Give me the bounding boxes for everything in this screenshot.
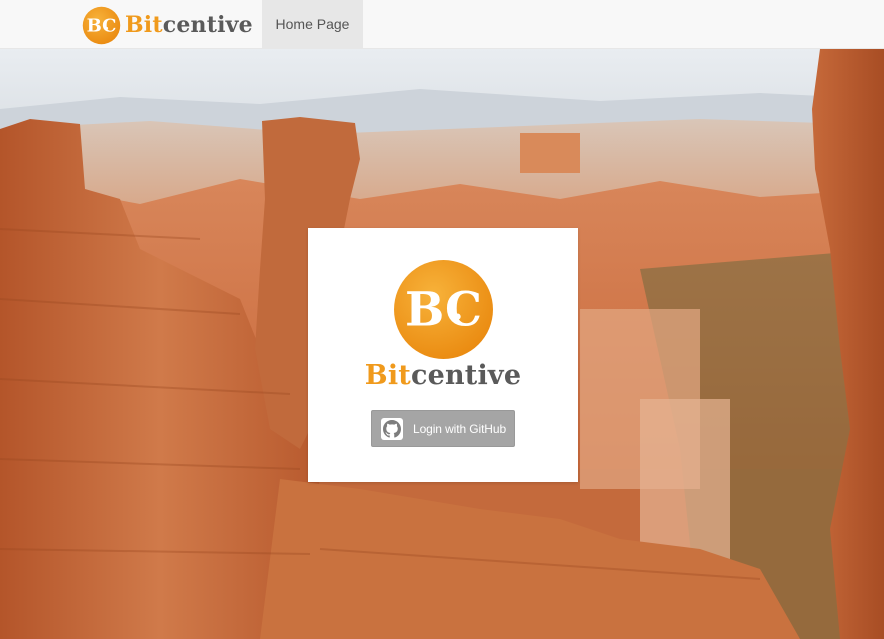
github-button-label: Login with GitHub	[413, 421, 507, 436]
card-brand-name-centive: centive	[410, 360, 522, 391]
brand-name: Bitcentive	[125, 12, 253, 38]
bitcentive-logo-icon: BC	[82, 6, 121, 44]
bitcentive-logo-icon: BC	[394, 260, 493, 359]
github-icon	[381, 417, 403, 440]
login-with-github-button[interactable]: Login with GitHub	[371, 410, 515, 447]
brand-name-centive: centive	[162, 12, 253, 38]
brand-name-bit: Bit	[125, 12, 163, 38]
card-brand-name: Bitcentive	[308, 360, 578, 391]
logo-letters: BC	[87, 15, 117, 36]
card-brand-name-bit: Bit	[364, 360, 411, 391]
top-navbar: BC Bitcentive Home Page	[0, 0, 884, 49]
brand-logo-link[interactable]: BC Bitcentive	[82, 5, 253, 45]
login-card: BC Bitcentive Login with GitHub	[308, 228, 578, 482]
nav-home-page[interactable]: Home Page	[262, 0, 363, 48]
logo-letters: BC	[405, 282, 482, 337]
